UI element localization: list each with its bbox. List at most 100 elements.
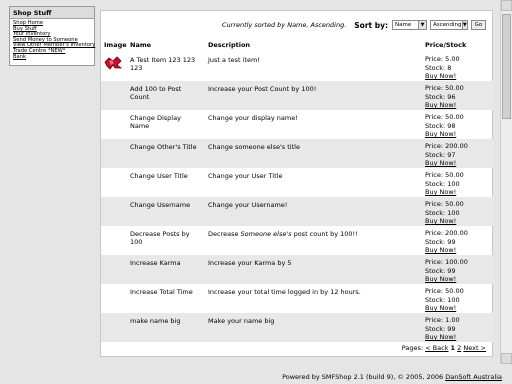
page-scrollbar[interactable] (500, 0, 512, 364)
item-stock: Stock: 100 (425, 295, 460, 304)
go-button[interactable]: Go (471, 20, 486, 30)
item-price-stock: Price: 200.00 Stock: 99 Buy Now! (422, 226, 494, 255)
item-price-stock: Price: 100.00 Stock: 99 Buy Now! (422, 255, 494, 284)
table-row: Add 100 to Post Count Increase your Post… (101, 81, 494, 110)
sort-order-select[interactable]: Ascending ▼ (430, 20, 468, 30)
footer-link[interactable]: DanSoft Australia (445, 373, 502, 381)
item-description-post: post count by 100!! (291, 230, 358, 238)
chevron-down-icon: ▼ (418, 21, 426, 29)
item-name: A Test Item 123 123 123 (130, 56, 196, 72)
item-description: Make your name big (205, 313, 422, 342)
item-name: Change Display Name (130, 114, 181, 130)
sort-field-select[interactable]: Name ▼ (392, 20, 427, 30)
buy-now-link[interactable]: Buy Now! (425, 304, 456, 312)
pagination-next-link[interactable]: Next > (463, 344, 486, 352)
item-description: Increase your Karma by 5 (205, 255, 422, 284)
item-price: Price: 50.00 (425, 287, 464, 295)
item-stock: Stock: 96 (425, 92, 456, 101)
item-price: Price: 50.00 (425, 113, 464, 121)
item-price: Price: 50.00 (425, 171, 464, 179)
shop-menu-title: Shop Stuff (10, 7, 94, 19)
pagination-back-link[interactable]: < Back (425, 344, 448, 352)
pagination: Pages: < Back 1 2 Next > (402, 344, 486, 352)
header-price-stock: Price/Stock (425, 41, 467, 49)
header-image: Image (104, 41, 127, 49)
item-stock: Stock: 99 (425, 266, 456, 275)
buy-now-link[interactable]: Buy Now! (425, 188, 456, 196)
item-image-cell (101, 168, 127, 197)
item-image-cell (101, 226, 127, 255)
item-stock: Stock: 100 (425, 179, 460, 188)
item-name: Add 100 to Post Count (127, 81, 205, 110)
item-description: Decrease Someone else's post count by 10… (205, 226, 422, 255)
item-name: make name big (127, 313, 205, 342)
chevron-down-icon: ▼ (461, 21, 467, 29)
buy-now-link[interactable]: Buy Now! (425, 275, 456, 283)
buy-now-link[interactable]: Buy Now! (425, 333, 456, 341)
item-price-stock: Price: 1.00 Stock: 99 Buy Now! (422, 313, 494, 342)
header-description: Description (208, 41, 251, 49)
shop-menu: Shop Stuff Shop Home Buy Stuff Your Inve… (9, 6, 95, 66)
item-image-cell (101, 139, 127, 168)
pagination-page-2-link[interactable]: 2 (457, 344, 461, 352)
item-price-stock: Price: 50.00 Stock: 100 Buy Now! (422, 284, 494, 313)
footer-text: Powered by SMFShop 2.1 (build 9), © 2005… (282, 373, 444, 381)
table-row: Increase Total Time Increase your total … (101, 284, 494, 313)
item-description: Just a test item! (208, 56, 260, 64)
item-stock: Stock: 8 (425, 63, 452, 72)
table-row: Change Other's Title Change someone else… (101, 139, 494, 168)
scroll-down-button[interactable] (501, 353, 512, 364)
item-description: Change your display name! (208, 114, 298, 122)
item-price: Price: 1.00 (425, 316, 460, 324)
item-image-cell (101, 52, 127, 81)
item-image-cell (101, 255, 127, 284)
buy-now-link[interactable]: Buy Now! (425, 246, 456, 254)
sort-bar: Currently sorted by Name, Ascending. Sor… (101, 17, 492, 33)
table-row: make name big Make your name big Price: … (101, 313, 494, 342)
item-description-emphasis: Someone else's (240, 230, 292, 238)
item-image-cell (101, 197, 127, 226)
shop-items-panel: Currently sorted by Name, Ascending. Sor… (100, 10, 494, 357)
item-description-pre: Decrease (208, 230, 241, 238)
pagination-current-page: 1 (450, 344, 456, 352)
scroll-up-button[interactable] (501, 0, 512, 11)
item-stock: Stock: 100 (425, 208, 460, 217)
gem-icon (104, 56, 122, 70)
pagination-label: Pages: (401, 344, 424, 352)
item-price-stock: Price: 5.00 Stock: 8 Buy Now! (422, 52, 494, 81)
sort-label: Sort by: (354, 20, 388, 30)
item-name: Change User Title (130, 172, 188, 180)
item-price: Price: 5.00 (425, 55, 460, 63)
buy-now-link[interactable]: Buy Now! (425, 101, 456, 109)
item-image-cell (101, 284, 127, 313)
header-name: Name (130, 41, 152, 49)
item-price: Price: 50.00 (425, 84, 464, 92)
table-row: Change Username Change your Username! Pr… (101, 197, 494, 226)
scroll-thumb[interactable] (502, 14, 511, 119)
buy-now-link[interactable]: Buy Now! (425, 130, 456, 138)
item-price-stock: Price: 50.00 Stock: 100 Buy Now! (422, 197, 494, 226)
item-description: Change your User Title (208, 172, 283, 180)
item-price-stock: Price: 200.00 Stock: 97 Buy Now! (422, 139, 494, 168)
item-image-cell (101, 110, 127, 139)
item-price: Price: 200.00 (425, 229, 468, 237)
item-description: Change your Username! (205, 197, 422, 226)
sort-order-value: Ascending (433, 22, 462, 28)
buy-now-link[interactable]: Buy Now! (425, 72, 456, 80)
item-price-stock: Price: 50.00 Stock: 98 Buy Now! (422, 110, 494, 139)
item-description: Change someone else's title (205, 139, 422, 168)
item-stock: Stock: 99 (425, 237, 456, 246)
sort-field-value: Name (395, 22, 412, 28)
table-row: Increase Karma Increase your Karma by 5 … (101, 255, 494, 284)
item-stock: Stock: 98 (425, 121, 456, 130)
item-image-cell (101, 313, 127, 342)
item-price-stock: Price: 50.00 Stock: 96 Buy Now! (422, 81, 494, 110)
item-name: Increase Total Time (130, 288, 193, 296)
buy-now-link[interactable]: Buy Now! (425, 159, 456, 167)
menu-link-bank[interactable]: Bank (13, 54, 91, 61)
buy-now-link[interactable]: Buy Now! (425, 217, 456, 225)
items-table: Image Name Description Price/Stock A Tes… (101, 38, 494, 342)
item-price: Price: 200.00 (425, 142, 468, 150)
table-row: Change User Title Change your User Title… (101, 168, 494, 197)
item-stock: Stock: 99 (425, 324, 456, 333)
